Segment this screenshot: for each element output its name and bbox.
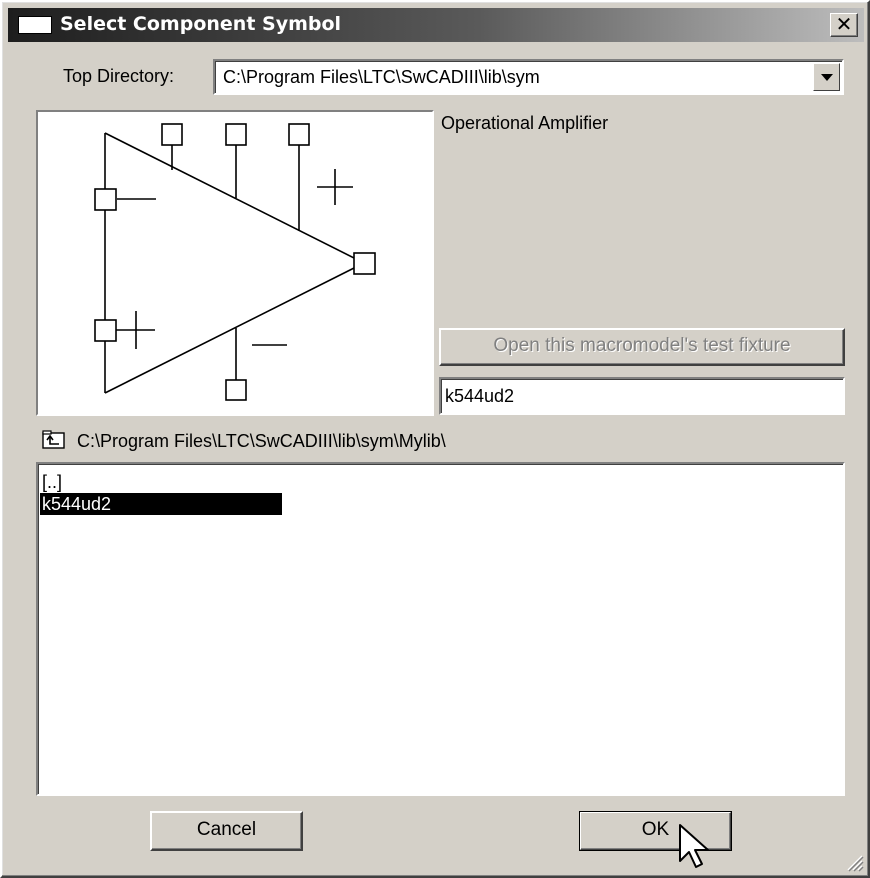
top-directory-label: Top Directory: <box>63 66 175 86</box>
folder-up-icon[interactable] <box>42 430 66 450</box>
top-directory-select[interactable]: C:\Program Files\LTC\SwCADIII\lib\sym <box>213 59 844 95</box>
window-title: Select Component Symbol <box>60 13 342 35</box>
close-button[interactable]: ✕ <box>830 13 858 37</box>
symbol-name-value: k544ud2 <box>445 386 515 406</box>
top-directory-value: C:\Program Files\LTC\SwCADIII\lib\sym <box>223 67 540 87</box>
symbol-preview <box>36 110 434 416</box>
chevron-down-icon[interactable] <box>813 63 840 91</box>
window-icon <box>18 16 52 34</box>
symbol-description: Operational Amplifier <box>441 113 609 133</box>
cancel-button[interactable]: Cancel <box>150 811 303 851</box>
mouse-pointer-icon <box>679 824 709 868</box>
current-path: C:\Program Files\LTC\SwCADIII\lib\sym\My… <box>77 431 446 451</box>
resize-grip-icon[interactable] <box>844 852 864 872</box>
symbol-name-field[interactable]: k544ud2 <box>439 377 845 415</box>
list-item-selected[interactable]: k544ud2 <box>40 493 282 515</box>
open-test-fixture-button[interactable]: Open this macromodel's test fixture <box>439 328 845 366</box>
list-item-parent[interactable]: [..] <box>40 471 62 493</box>
file-list[interactable]: [..] k544ud2 <box>36 462 845 796</box>
opamp-symbol-icon <box>94 123 376 401</box>
title-bar[interactable]: Select Component Symbol ✕ <box>8 8 864 42</box>
select-component-symbol-dialog: Select Component Symbol ✕ Top Directory:… <box>0 0 870 878</box>
